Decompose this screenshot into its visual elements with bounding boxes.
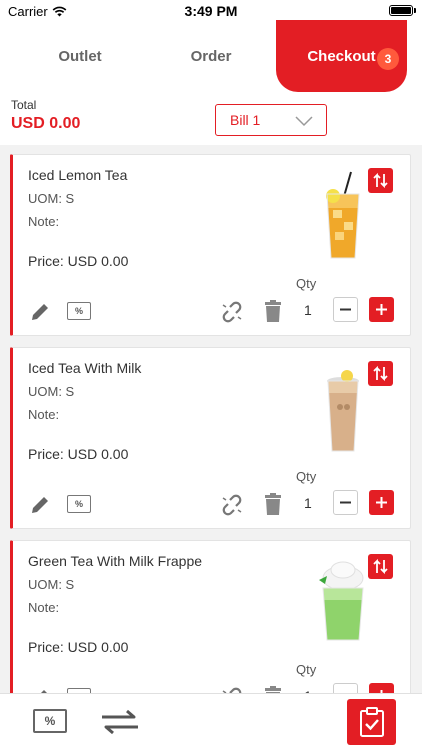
delete-item-button[interactable] (262, 298, 284, 324)
percent-icon: % (44, 714, 56, 728)
increase-qty-button[interactable] (369, 683, 394, 693)
clipboard-check-icon (359, 707, 384, 737)
decrease-qty-button[interactable] (333, 683, 358, 693)
minus-icon (340, 501, 351, 504)
item-note: Note: (28, 407, 60, 422)
status-time: 3:49 PM (184, 3, 238, 19)
split-item-button[interactable] (218, 684, 246, 693)
battery-icon (389, 5, 413, 16)
item-uom: UOM: S (28, 577, 75, 592)
edit-item-button[interactable] (28, 686, 52, 693)
increase-qty-button[interactable] (369, 297, 394, 322)
move-bill-button[interactable] (368, 361, 393, 386)
discount-button[interactable]: % (67, 495, 91, 513)
item-uom: UOM: S (28, 191, 75, 206)
cart-item-card: Green Tea With Milk Frappe UOM: S Note: … (10, 540, 411, 693)
total-label: Total (11, 98, 37, 112)
plus-icon (376, 497, 387, 508)
iced-lemon-tea-image (326, 171, 360, 259)
tab-outlet[interactable]: Outlet (10, 20, 150, 92)
bill-select[interactable]: Bill 1 (215, 104, 327, 136)
swap-vertical-icon (373, 172, 388, 189)
qty-label: Qty (296, 662, 317, 677)
broken-link-icon (222, 687, 242, 693)
qty-label: Qty (296, 469, 317, 484)
tab-checkout-label: Checkout (307, 47, 376, 65)
split-item-button[interactable] (218, 298, 246, 326)
swap-vertical-icon (373, 558, 388, 575)
qty-value: 1 (304, 495, 312, 511)
total-value: USD 0.00 (11, 115, 81, 132)
tab-outlet-label: Outlet (58, 47, 102, 65)
iced-tea-with-milk-image (327, 370, 359, 452)
bottom-toolbar: % (0, 693, 422, 750)
delete-item-button[interactable] (262, 684, 284, 693)
minus-icon (340, 308, 351, 311)
discount-button[interactable]: % (67, 302, 91, 320)
broken-link-icon (222, 494, 242, 516)
checkout-count-badge: 3 (377, 48, 399, 70)
checkout-button[interactable] (347, 699, 396, 745)
pencil-icon (32, 304, 48, 320)
tab-order[interactable]: Order (142, 20, 280, 92)
cart-item-list[interactable]: Iced Lemon Tea UOM: S Note: Price: USD 0… (0, 145, 422, 693)
tab-order-label: Order (190, 47, 232, 65)
trash-icon (265, 493, 281, 515)
percent-icon: % (74, 499, 83, 509)
pencil-icon (32, 497, 48, 513)
tab-bar: Outlet Order Checkout 3 (0, 20, 422, 92)
cart-item-card: Iced Lemon Tea UOM: S Note: Price: USD 0… (10, 154, 411, 336)
chevron-down-icon (295, 116, 313, 127)
item-uom: UOM: S (28, 384, 75, 399)
transfer-button[interactable] (100, 708, 140, 736)
edit-item-button[interactable] (28, 300, 52, 324)
broken-link-icon (222, 301, 242, 323)
decrease-qty-button[interactable] (333, 297, 358, 322)
swap-horizontal-icon (102, 709, 138, 735)
qty-value: 1 (304, 302, 312, 318)
delete-item-button[interactable] (262, 491, 284, 517)
battery-tip (414, 8, 416, 13)
move-bill-button[interactable] (368, 554, 393, 579)
bill-discount-button[interactable]: % (33, 709, 67, 733)
item-note: Note: (28, 214, 60, 229)
percent-icon: % (74, 306, 83, 316)
item-name: Green Tea With Milk Frappe (28, 553, 203, 569)
trash-icon (265, 686, 281, 693)
split-item-button[interactable] (218, 491, 246, 519)
decrease-qty-button[interactable] (333, 490, 358, 515)
item-price: Price: USD 0.00 (28, 639, 129, 655)
green-tea-frappe-image (319, 561, 364, 641)
item-price: Price: USD 0.00 (28, 446, 129, 462)
item-name: Iced Lemon Tea (28, 167, 128, 183)
bill-select-value: Bill 1 (230, 112, 261, 128)
cart-item-card: Iced Tea With Milk UOM: S Note: Price: U… (10, 347, 411, 529)
status-bar: Carrier 3:49 PM (0, 0, 422, 20)
move-bill-button[interactable] (368, 168, 393, 193)
qty-label: Qty (296, 276, 317, 291)
edit-item-button[interactable] (28, 493, 52, 517)
increase-qty-button[interactable] (369, 490, 394, 515)
item-note: Note: (28, 600, 60, 615)
trash-icon (265, 300, 281, 322)
plus-icon (376, 304, 387, 315)
swap-vertical-icon (373, 365, 388, 382)
item-price: Price: USD 0.00 (28, 253, 129, 269)
item-name: Iced Tea With Milk (28, 360, 142, 376)
